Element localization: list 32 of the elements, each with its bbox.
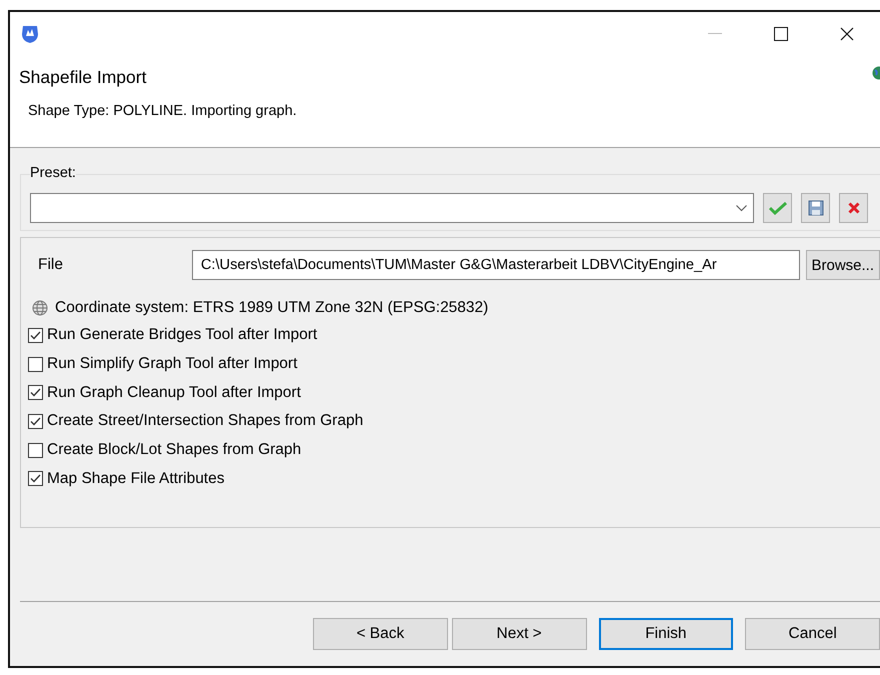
checkbox[interactable]	[28, 471, 43, 486]
wizard-button[interactable]: Finish	[598, 618, 734, 650]
checkbox[interactable]	[28, 356, 43, 372]
save-preset-button[interactable]	[801, 193, 830, 223]
wizard-button[interactable]: < Back	[313, 618, 448, 650]
checkbox-label[interactable]: Run Generate Bridges Tool after Import	[47, 326, 318, 344]
checkbox[interactable]	[28, 328, 43, 343]
coordinate-system-text: Coordinate system: ETRS 1989 UTM Zone 32N (EPSG:25832)	[55, 299, 488, 317]
dialog-description: Shape Type: POLYLINE. Importing graph.	[28, 103, 298, 119]
globe-icon	[32, 300, 48, 316]
preset-dropdown[interactable]	[30, 193, 754, 223]
wizard-button[interactable]: Cancel	[745, 618, 880, 650]
delete-preset-button[interactable]	[839, 193, 868, 223]
checkmark-icon	[768, 201, 786, 215]
close-icon[interactable]	[840, 27, 854, 41]
app-icon	[20, 24, 40, 44]
maximize-icon[interactable]	[774, 27, 788, 41]
file-path-field[interactable]: C:\Users\stefa\Documents\TUM\Master G&G\Masterarbeit LDBV\CityEngine_Ar	[192, 250, 800, 280]
checkbox-label[interactable]: Run Graph Cleanup Tool after Import	[47, 384, 301, 402]
browse-button[interactable]: Browse...	[806, 250, 880, 280]
checkbox-label[interactable]: Map Shape File Attributes	[47, 470, 224, 488]
checkbox[interactable]	[28, 442, 43, 458]
checkbox[interactable]	[28, 385, 43, 400]
file-label: File	[37, 256, 64, 274]
checkbox-label[interactable]: Create Street/Intersection Shapes from Graph	[47, 412, 364, 430]
chevron-down-icon	[736, 204, 747, 212]
checkbox[interactable]	[28, 414, 43, 429]
delete-icon	[848, 202, 860, 214]
wizard-button[interactable]: Next >	[452, 618, 586, 650]
checkbox-label[interactable]: Create Block/Lot Shapes from Graph	[47, 441, 302, 460]
dialog-title: Shapefile Import	[19, 67, 146, 88]
checkbox-label[interactable]: Run Simplify Graph Tool after Import	[47, 355, 298, 374]
